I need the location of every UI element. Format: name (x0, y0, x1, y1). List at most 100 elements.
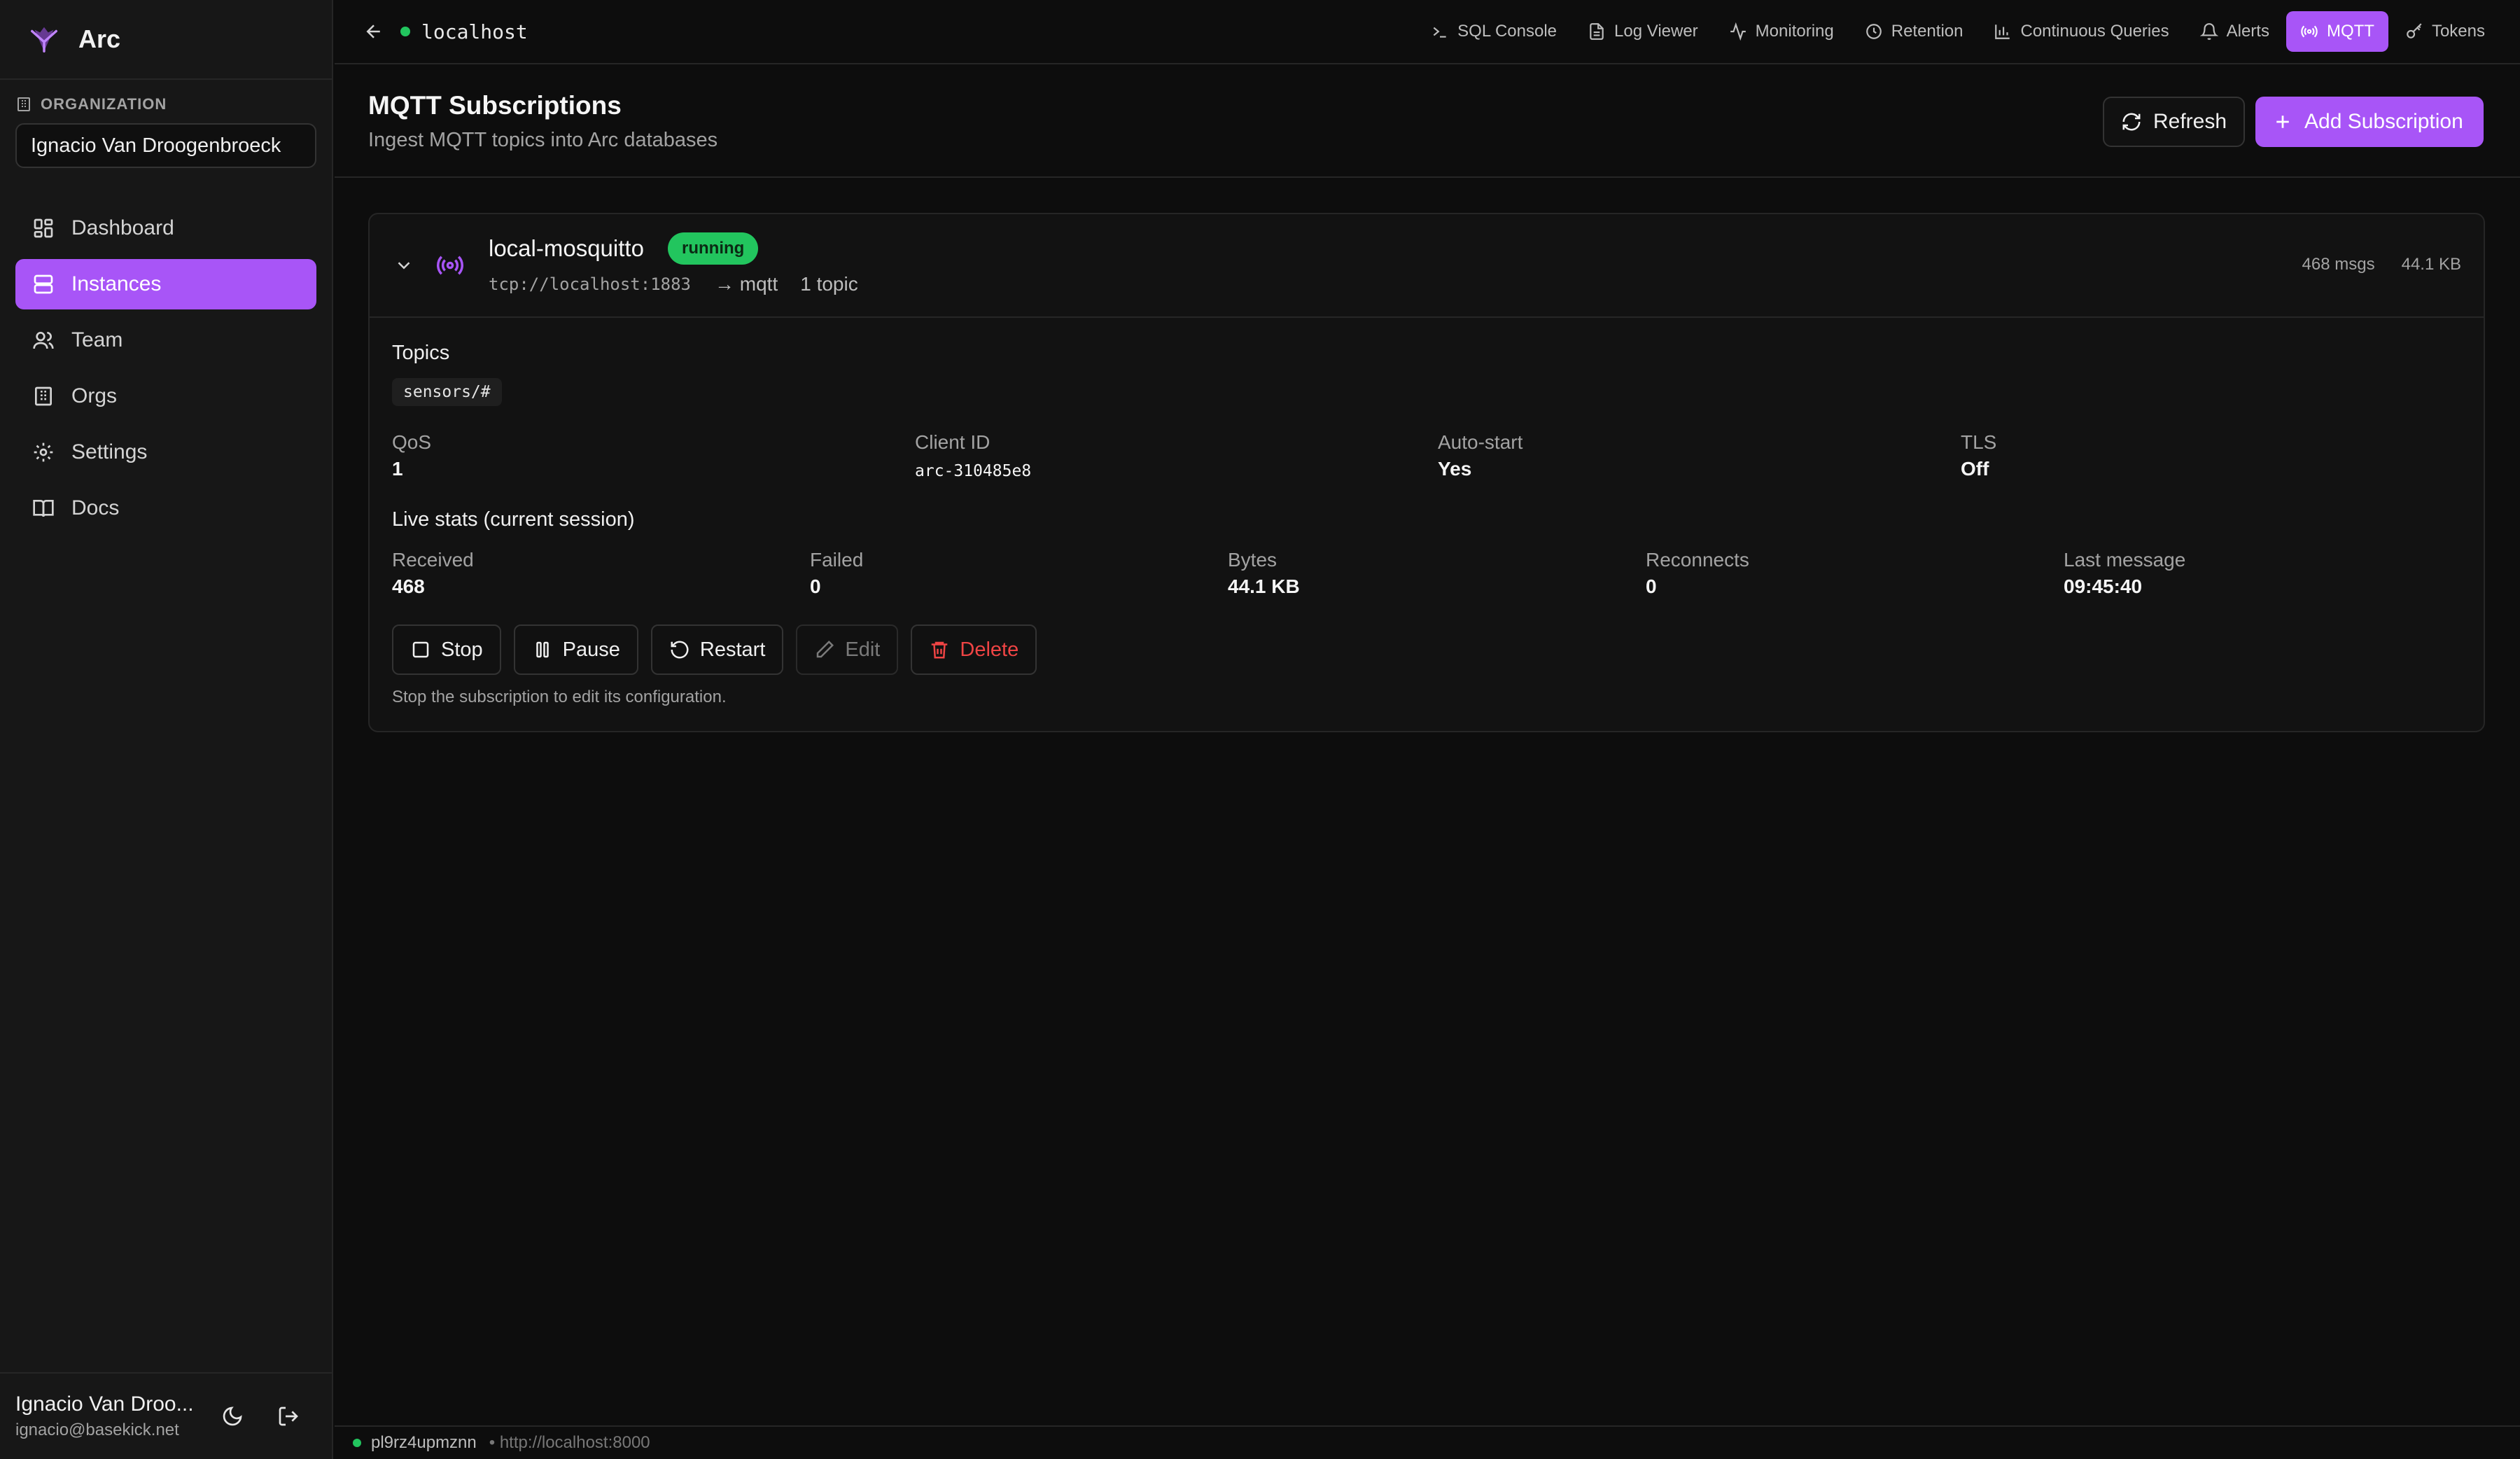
sidebar-item-label: Team (71, 328, 123, 351)
sidebar: Arc ORGANIZATION Ignacio Van Droogenbroe… (0, 0, 333, 1459)
status-badge: running (668, 232, 759, 265)
tab-sql-console[interactable]: SQL Console (1417, 11, 1571, 52)
subscription-card: local-mosquitto running tcp://localhost:… (368, 213, 2485, 732)
sidebar-item-settings[interactable]: Settings (15, 427, 316, 477)
building-icon (35, 386, 52, 406)
pause-icon (536, 641, 549, 658)
tab-mqtt[interactable]: MQTT (2286, 11, 2388, 52)
add-subscription-button[interactable]: Add Subscription (2255, 97, 2484, 147)
page-title: MQTT Subscriptions (368, 91, 622, 120)
radio-icon (2301, 25, 2318, 38)
stat-received: Received 468 (392, 549, 474, 597)
live-stats-label: Live stats (current session) (392, 508, 635, 531)
brand-name: Arc (78, 25, 121, 53)
user-footer: Ignacio Van Droo... ignacio@basekick.net (0, 1372, 332, 1459)
file-icon (1590, 23, 1604, 40)
sidebar-item-orgs[interactable]: Orgs (15, 371, 316, 421)
building-icon (18, 97, 30, 111)
brand[interactable]: Arc (0, 0, 332, 80)
instance-url: • http://localhost:8000 (489, 1433, 650, 1452)
tls-field: TLS Off (1961, 431, 1997, 480)
sidebar-item-docs[interactable]: Docs (15, 483, 316, 533)
delete-button[interactable]: Delete (911, 624, 1037, 675)
trash-icon (932, 641, 948, 659)
bell-icon (2199, 23, 2218, 40)
dashboard-icon (34, 218, 53, 238)
broker-url: tcp://localhost:1883 (489, 274, 691, 294)
refresh-button[interactable]: Refresh (2103, 97, 2246, 147)
instance-host: localhost (421, 20, 528, 43)
stat-failed: Failed 0 (810, 549, 864, 597)
stop-button[interactable]: Stop (392, 624, 501, 675)
top-bar: localhost SQL Console Log Viewer Monitor… (335, 0, 2520, 64)
tab-alerts[interactable]: Alerts (2186, 11, 2283, 52)
qos-field: QoS 1 (392, 431, 432, 480)
sidebar-item-label: Docs (71, 496, 120, 519)
instance-id: pl9rz4upmznn (371, 1433, 477, 1452)
logout-button[interactable] (260, 1388, 316, 1444)
radio-icon (437, 256, 463, 275)
sidebar-item-label: Orgs (71, 384, 118, 407)
tab-monitoring[interactable]: Monitoring (1715, 11, 1848, 52)
stat-reconnects: Reconnects 0 (1646, 549, 1749, 597)
book-icon (33, 500, 54, 517)
sidebar-item-label: Dashboard (71, 216, 174, 239)
user-email: ignacio@basekick.net (15, 1420, 179, 1439)
stat-bytes: Bytes 44.1 KB (1228, 549, 1300, 597)
edit-hint: Stop the subscription to edit its config… (392, 687, 727, 706)
sidebar-item-label: Instances (71, 272, 162, 295)
tab-tokens[interactable]: Tokens (2391, 11, 2499, 52)
theme-toggle-button[interactable] (204, 1388, 260, 1444)
activity-icon (1730, 22, 1746, 41)
server-icon (34, 274, 53, 294)
key-icon (2407, 23, 2422, 39)
user-name: Ignacio Van Droo... (15, 1392, 194, 1416)
sidebar-item-label: Settings (71, 440, 148, 463)
organization-label: ORGANIZATION (15, 95, 167, 113)
chevron-down-icon[interactable] (393, 255, 414, 276)
back-button[interactable] (356, 13, 392, 50)
status-bar: pl9rz4upmznn • http://localhost:8000 (335, 1425, 2520, 1459)
instance-nav: SQL Console Log Viewer Monitoring Retent… (1414, 11, 2499, 52)
arrow-left-icon (366, 25, 380, 39)
edit-button[interactable]: Edit (796, 624, 899, 675)
plus-icon (2276, 116, 2289, 128)
logout-icon (279, 1406, 298, 1426)
page-header: MQTT Subscriptions Ingest MQTT topics in… (335, 66, 2520, 178)
users-icon (33, 332, 54, 349)
status-dot (353, 1439, 361, 1447)
client-id-field: Client ID arc-310485e8 (915, 431, 1032, 480)
stat-last-message: Last message 09:45:40 (2064, 549, 2186, 597)
clock-icon (1865, 24, 1882, 39)
sidebar-item-dashboard[interactable]: Dashboard (15, 203, 316, 253)
sidebar-item-team[interactable]: Team (15, 315, 316, 365)
user-info[interactable]: Ignacio Van Droo... ignacio@basekick.net (15, 1392, 204, 1440)
gear-icon (34, 442, 53, 462)
tab-log-viewer[interactable]: Log Viewer (1574, 11, 1712, 52)
sidebar-nav: Dashboard Instances Team Orgs Settings D… (15, 203, 316, 539)
sidebar-item-instances[interactable]: Instances (15, 259, 316, 309)
bytes-count: 44.1 KB (2401, 255, 2461, 274)
tab-continuous-queries[interactable]: Continuous Queries (1980, 11, 2183, 52)
subscription-meta: tcp://localhost:1883 → mqtt 1 topic (489, 273, 858, 295)
arc-logo-icon (31, 27, 57, 53)
terminal-icon (1433, 27, 1446, 38)
summary-stats: 468 msgs 44.1 KB (2302, 255, 2461, 274)
subscription-actions: Stop Pause Restart Edit Delete (392, 624, 1049, 675)
topic-chip: sensors/# (392, 378, 502, 406)
page-subtitle: Ingest MQTT topics into Arc databases (368, 129, 718, 151)
subscription-card-header[interactable]: local-mosquitto running tcp://localhost:… (370, 214, 2484, 318)
topics-label: Topics (392, 342, 450, 364)
pause-button[interactable]: Pause (513, 624, 638, 675)
rotate-icon (671, 641, 689, 659)
moon-icon (223, 1406, 242, 1426)
message-count: 468 msgs (2302, 255, 2375, 274)
pencil-icon (817, 640, 834, 658)
subscription-name: local-mosquitto (489, 235, 644, 261)
refresh-icon (2122, 113, 2141, 131)
connection-status-dot (400, 27, 410, 36)
auto-start-field: Auto-start Yes (1438, 431, 1523, 480)
tab-retention[interactable]: Retention (1851, 11, 1977, 52)
organization-selector[interactable]: Ignacio Van Droogenbroeck (15, 123, 316, 168)
restart-button[interactable]: Restart (650, 624, 784, 675)
